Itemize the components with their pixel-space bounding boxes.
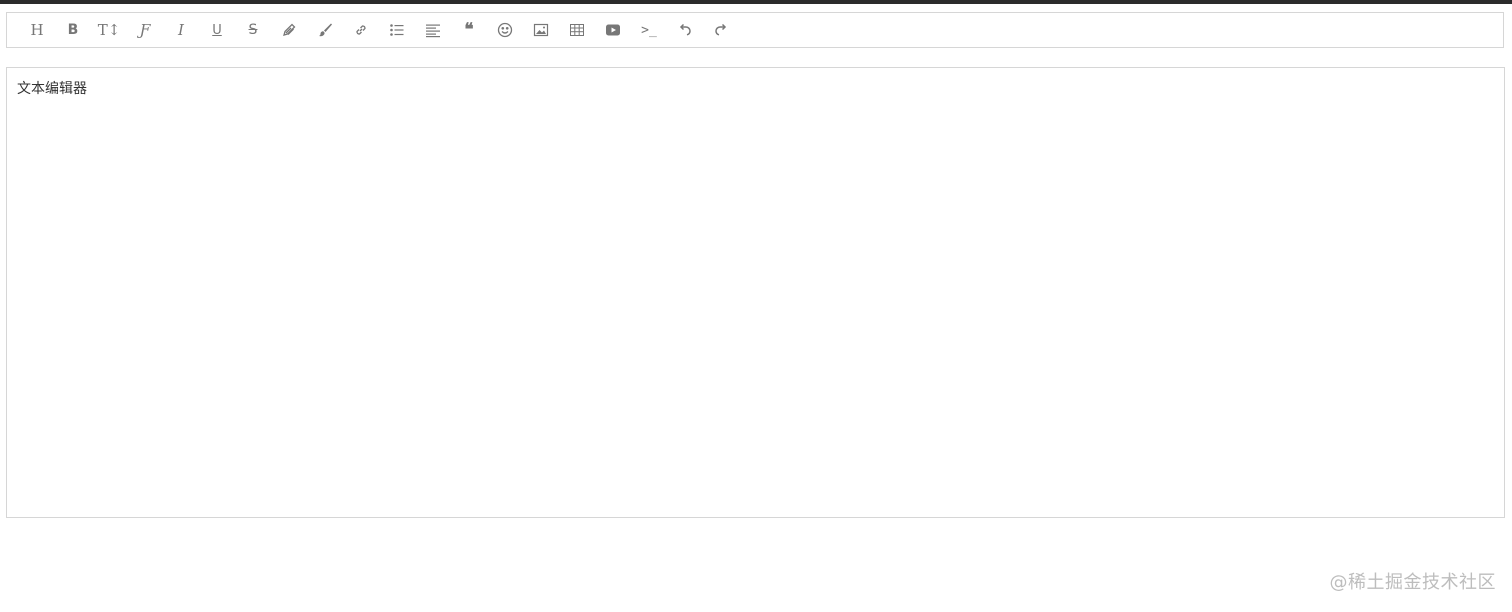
smiley-icon: [497, 22, 513, 38]
terminal-icon: >_: [641, 22, 657, 38]
editor-text: 文本编辑器: [17, 81, 87, 97]
top-dark-bar: [0, 0, 1512, 4]
link-icon: [356, 25, 366, 35]
underline-icon: U: [212, 22, 222, 38]
undo-icon: [679, 23, 691, 36]
redo-button[interactable]: [703, 13, 739, 47]
table-button[interactable]: [559, 13, 595, 47]
heading-button[interactable]: H: [19, 13, 55, 47]
pencil-icon: [283, 23, 296, 36]
font-size-icon: T↕: [97, 20, 121, 39]
strikethrough-button[interactable]: S: [235, 13, 271, 47]
align-left-icon: [426, 24, 440, 38]
italic-icon: I: [178, 20, 184, 39]
bold-button[interactable]: B: [55, 13, 91, 47]
quote-button[interactable]: ❝: [451, 13, 487, 47]
font-family-button[interactable]: Ƒ: [127, 13, 163, 47]
heading-icon: H: [30, 20, 44, 39]
align-button[interactable]: [415, 13, 451, 47]
code-button[interactable]: >_: [631, 13, 667, 47]
link-button[interactable]: [343, 13, 379, 47]
editor-content-area[interactable]: 文本编辑器: [6, 67, 1505, 518]
list-icon: [390, 24, 404, 36]
undo-button[interactable]: [667, 13, 703, 47]
text-color-button[interactable]: [271, 13, 307, 47]
underline-button[interactable]: U: [199, 13, 235, 47]
video-icon: [606, 24, 620, 36]
bold-icon: B: [67, 22, 79, 38]
image-button[interactable]: [523, 13, 559, 47]
quote-icon: ❝: [464, 19, 474, 40]
brush-icon: [319, 23, 332, 37]
emoticon-button[interactable]: [487, 13, 523, 47]
strikethrough-icon: S: [248, 22, 258, 38]
editor-toolbar: H B T↕ Ƒ I U S ❝ >_: [6, 12, 1504, 48]
background-color-button[interactable]: [307, 13, 343, 47]
list-button[interactable]: [379, 13, 415, 47]
font-family-icon: Ƒ: [139, 20, 151, 39]
redo-icon: [715, 23, 727, 36]
font-size-button[interactable]: T↕: [91, 13, 127, 47]
table-icon: [570, 24, 584, 36]
video-button[interactable]: [595, 13, 631, 47]
italic-button[interactable]: I: [163, 13, 199, 47]
image-icon: [533, 23, 549, 37]
watermark: @稀土掘金技术社区: [1329, 572, 1496, 593]
